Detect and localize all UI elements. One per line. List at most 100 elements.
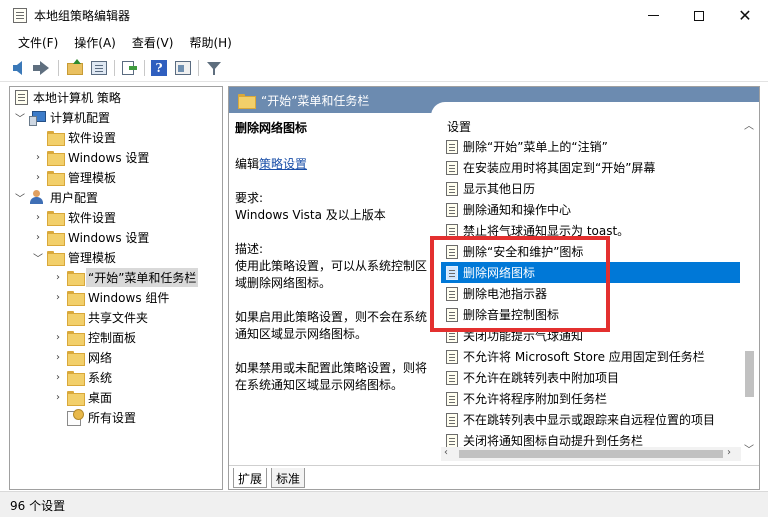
scroll-down-icon[interactable]: ﹀ bbox=[744, 441, 754, 456]
chevron-right-icon[interactable]: › bbox=[52, 272, 64, 283]
settings-column-header[interactable]: 设置 bbox=[447, 118, 471, 135]
tree-desktop[interactable]: › 桌面 bbox=[52, 387, 112, 407]
chevron-right-icon[interactable]: › bbox=[32, 172, 44, 183]
policy-setting-icon bbox=[446, 202, 458, 217]
chevron-right-icon[interactable]: › bbox=[52, 392, 64, 403]
list-item-label: 删除音量控制图标 bbox=[463, 308, 560, 322]
list-item[interactable]: 在安装应用时将其固定到“开始”屏幕 bbox=[441, 157, 741, 178]
chevron-right-icon[interactable]: › bbox=[52, 352, 64, 363]
tree-user-software[interactable]: › 软件设置 bbox=[32, 207, 116, 227]
chevron-right-icon[interactable]: › bbox=[32, 152, 44, 163]
menu-help[interactable]: 帮助(H) bbox=[181, 31, 239, 53]
back-button[interactable] bbox=[11, 59, 29, 77]
view-tabs: 扩展 标准 bbox=[229, 465, 759, 489]
chevron-right-icon[interactable]: › bbox=[32, 232, 44, 243]
list-item[interactable]: 删除“安全和维护”图标 bbox=[441, 241, 741, 262]
list-item[interactable]: 不允许在跳转列表中附加项目 bbox=[441, 367, 741, 388]
scroll-right-icon[interactable]: › bbox=[727, 447, 731, 458]
scroll-left-icon[interactable]: ‹ bbox=[444, 447, 448, 458]
tree-network[interactable]: › 网络 bbox=[52, 347, 112, 367]
tree-computer-config[interactable]: ﹀ 计算机配置 bbox=[14, 107, 110, 127]
tree-shared-folders[interactable]: 共享文件夹 bbox=[52, 307, 148, 327]
tree-label: 管理模板 bbox=[68, 170, 117, 185]
disabled-text: 如果禁用或未配置此策略设置，则将在系统通知区域显示网络图标。 bbox=[235, 361, 428, 392]
menu-view[interactable]: 查看(V) bbox=[124, 31, 182, 53]
tree-user-windows[interactable]: › Windows 设置 bbox=[32, 227, 149, 247]
policy-editor-icon bbox=[13, 8, 27, 23]
up-folder-icon bbox=[67, 59, 83, 75]
tab-extended[interactable]: 扩展 bbox=[233, 468, 268, 488]
tree-system[interactable]: › 系统 bbox=[52, 367, 112, 387]
export-button[interactable] bbox=[120, 59, 138, 77]
scroll-up-icon[interactable]: ︿ bbox=[744, 117, 754, 132]
policy-setting-icon bbox=[446, 412, 458, 427]
horizontal-scrollbar[interactable]: ‹ › bbox=[441, 447, 741, 461]
list-item[interactable]: 删除电池指示器 bbox=[441, 283, 741, 304]
minimize-button[interactable] bbox=[630, 0, 676, 31]
tree-label: 所有设置 bbox=[88, 410, 137, 425]
tree-label: Windows 设置 bbox=[68, 230, 150, 245]
list-item[interactable]: 关闭功能提示气球通知 bbox=[441, 325, 741, 346]
tree-user-config[interactable]: ﹀ 用户配置 bbox=[14, 187, 98, 207]
help-button[interactable]: ? bbox=[150, 59, 168, 77]
chevron-right-icon[interactable]: › bbox=[52, 332, 64, 343]
list-item[interactable]: 不允许将程序附加到任务栏 bbox=[441, 388, 741, 409]
list-item[interactable]: 删除通知和操作中心 bbox=[441, 199, 741, 220]
scroll-thumb-horizontal[interactable] bbox=[459, 450, 723, 458]
chevron-down-icon[interactable]: ﹀ bbox=[32, 250, 44, 265]
vertical-scrollbar[interactable]: ︿ ﹀ bbox=[740, 115, 758, 459]
tree-label: “开始”菜单和任务栏 bbox=[86, 267, 199, 287]
chevron-down-icon[interactable]: ﹀ bbox=[14, 110, 26, 125]
tree-computer-windows[interactable]: › Windows 设置 bbox=[32, 147, 149, 167]
chevron-right-icon[interactable]: › bbox=[32, 212, 44, 223]
tree-label: 软件设置 bbox=[68, 130, 117, 145]
tree-label: 本地计算机 策略 bbox=[33, 90, 121, 105]
policy-setting-icon bbox=[446, 307, 458, 322]
show-tree-button[interactable] bbox=[90, 59, 108, 77]
forward-icon bbox=[33, 61, 49, 75]
filter-button[interactable] bbox=[205, 59, 223, 77]
list-item[interactable]: 显示其他日历 bbox=[441, 178, 741, 199]
close-button[interactable]: ✕ bbox=[722, 0, 768, 31]
description-text: 使用此策略设置，可以从系统控制区域删除网络图标。 bbox=[235, 259, 428, 290]
toolbar-divider bbox=[198, 60, 199, 76]
close-icon: ✕ bbox=[738, 5, 752, 25]
tree-windows-components[interactable]: › Windows 组件 bbox=[52, 287, 169, 307]
list-item-selected[interactable]: 删除网络图标 bbox=[441, 262, 741, 283]
folder-icon bbox=[47, 150, 65, 166]
forward-button[interactable] bbox=[33, 59, 51, 77]
tree-computer-admin[interactable]: › 管理模板 bbox=[32, 167, 116, 187]
list-item[interactable]: 禁止将气球通知显示为 toast。 bbox=[441, 220, 741, 241]
tree-computer-software[interactable]: 软件设置 bbox=[32, 127, 116, 147]
tree-label: 计算机配置 bbox=[50, 110, 111, 125]
list-item[interactable]: 删除“开始”菜单上的“注销” bbox=[441, 136, 741, 157]
tree-control-panel[interactable]: › 控制面板 bbox=[52, 327, 136, 347]
requirements-value: Windows Vista 及以上版本 bbox=[235, 208, 386, 222]
help-icon: ? bbox=[151, 60, 167, 76]
policy-setting-icon bbox=[446, 370, 458, 385]
maximize-button[interactable] bbox=[676, 0, 722, 31]
chevron-right-icon[interactable]: › bbox=[52, 292, 64, 303]
list-item[interactable]: 不在跳转列表中显示或跟踪来自远程位置的项目 bbox=[441, 409, 741, 430]
menu-file[interactable]: 文件(F) bbox=[10, 31, 66, 53]
menu-action[interactable]: 操作(A) bbox=[66, 31, 124, 53]
tab-standard[interactable]: 标准 bbox=[271, 468, 306, 488]
details-pane: “开始”菜单和任务栏 删除网络图标 编辑策略设置 要求: Windows Vis… bbox=[228, 86, 760, 490]
list-item[interactable]: 不允许将 Microsoft Store 应用固定到任务栏 bbox=[441, 346, 741, 367]
policy-setting-icon bbox=[446, 433, 458, 448]
tree-all-settings[interactable]: 所有设置 bbox=[52, 407, 136, 427]
user-icon bbox=[29, 190, 45, 204]
edit-policy-link[interactable]: 策略设置 bbox=[259, 157, 307, 171]
list-item-label: 删除网络图标 bbox=[463, 266, 536, 280]
scroll-thumb[interactable] bbox=[745, 351, 754, 397]
menu-bar: 文件(F) 操作(A) 查看(V) 帮助(H) bbox=[0, 31, 768, 53]
folder-icon bbox=[67, 270, 85, 286]
chevron-right-icon[interactable]: › bbox=[52, 372, 64, 383]
tree-start-menu-taskbar[interactable]: › “开始”菜单和任务栏 bbox=[52, 267, 199, 287]
chevron-down-icon[interactable]: ﹀ bbox=[14, 190, 26, 205]
tree-root[interactable]: 本地计算机 策略 bbox=[12, 87, 121, 107]
properties-button[interactable] bbox=[174, 59, 192, 77]
up-folder-button[interactable] bbox=[66, 59, 84, 77]
list-item[interactable]: 删除音量控制图标 bbox=[441, 304, 741, 325]
tree-user-admin[interactable]: ﹀ 管理模板 bbox=[32, 247, 116, 267]
